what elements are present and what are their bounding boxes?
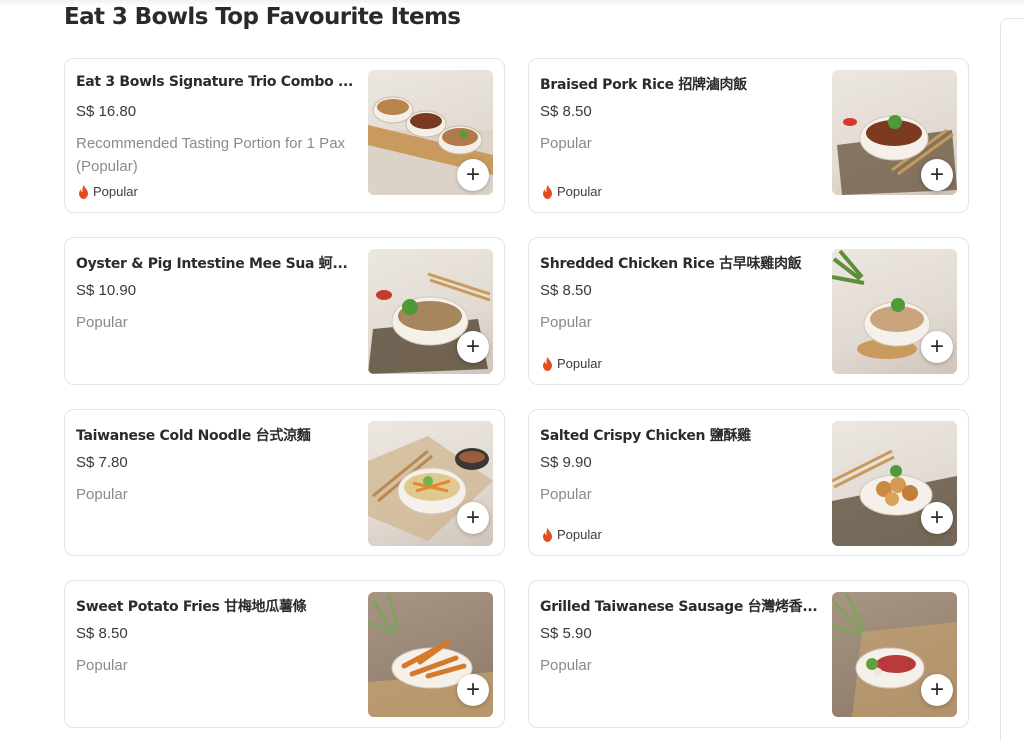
- menu-item-card[interactable]: Taiwanese Cold Noodle 台式涼麵 S$ 7.80 Popul…: [64, 409, 505, 556]
- popular-badge: Popular: [542, 527, 602, 542]
- item-name: Salted Crispy Chicken 鹽酥雞: [540, 428, 751, 444]
- menu-item-card[interactable]: Sweet Potato Fries 甘梅地瓜薯條 S$ 8.50 Popula…: [64, 580, 505, 728]
- popular-label: Popular: [557, 527, 602, 542]
- section-title: Eat 3 Bowls Top Favourite Items: [64, 4, 461, 30]
- item-price: S$ 5.90: [540, 625, 592, 642]
- item-name: Oyster & Pig Intestine Mee Sua 蚵...: [76, 256, 348, 272]
- popular-label: Popular: [93, 184, 138, 199]
- add-to-cart-button[interactable]: +: [921, 159, 953, 191]
- menu-item-card[interactable]: Oyster & Pig Intestine Mee Sua 蚵... S$ 1…: [64, 237, 505, 385]
- item-description: Popular: [540, 135, 592, 152]
- add-to-cart-button[interactable]: +: [921, 674, 953, 706]
- add-to-cart-button[interactable]: +: [457, 331, 489, 363]
- item-price: S$ 8.50: [540, 282, 592, 299]
- item-price: S$ 16.80: [76, 103, 137, 120]
- menu-item-card[interactable]: Grilled Taiwanese Sausage 台灣烤香... S$ 5.9…: [528, 580, 969, 728]
- item-price: S$ 8.50: [76, 625, 128, 642]
- item-description: Popular: [540, 657, 592, 674]
- item-price: S$ 7.80: [76, 454, 128, 471]
- cart-panel: [1000, 18, 1024, 740]
- fire-icon: [79, 184, 88, 199]
- fire-icon: [543, 527, 552, 542]
- item-name: Braised Pork Rice 招牌滷肉飯: [540, 77, 747, 93]
- item-description: Popular: [76, 314, 128, 331]
- popular-label: Popular: [557, 184, 602, 199]
- fire-icon: [543, 184, 552, 199]
- item-name: Taiwanese Cold Noodle 台式涼麵: [76, 428, 311, 444]
- item-price: S$ 10.90: [76, 282, 137, 299]
- add-to-cart-button[interactable]: +: [457, 159, 489, 191]
- fire-icon: [543, 356, 552, 371]
- popular-badge: Popular: [542, 184, 602, 199]
- item-description: Popular: [540, 314, 592, 331]
- item-name: Grilled Taiwanese Sausage 台灣烤香...: [540, 599, 818, 615]
- menu-item-card[interactable]: Eat 3 Bowls Signature Trio Combo ... S$ …: [64, 58, 505, 213]
- popular-label: Popular: [557, 356, 602, 371]
- item-description: Popular: [76, 486, 128, 503]
- item-name: Eat 3 Bowls Signature Trio Combo ...: [76, 74, 354, 90]
- add-to-cart-button[interactable]: +: [921, 502, 953, 534]
- menu-item-card[interactable]: Shredded Chicken Rice 古早味雞肉飯 S$ 8.50 Pop…: [528, 237, 969, 385]
- popular-badge: Popular: [78, 184, 138, 199]
- item-name: Sweet Potato Fries 甘梅地瓜薯條: [76, 599, 307, 615]
- add-to-cart-button[interactable]: +: [921, 331, 953, 363]
- menu-item-card[interactable]: Braised Pork Rice 招牌滷肉飯 S$ 8.50 Popular …: [528, 58, 969, 213]
- item-price: S$ 9.90: [540, 454, 592, 471]
- item-price: S$ 8.50: [540, 103, 592, 120]
- item-description: Popular: [76, 657, 128, 674]
- menu-item-card[interactable]: Salted Crispy Chicken 鹽酥雞 S$ 9.90 Popula…: [528, 409, 969, 556]
- item-description: Popular: [540, 486, 592, 503]
- add-to-cart-button[interactable]: +: [457, 502, 489, 534]
- add-to-cart-button[interactable]: +: [457, 674, 489, 706]
- item-description: Recommended Tasting Portion for 1 Pax (P…: [76, 135, 346, 175]
- item-name: Shredded Chicken Rice 古早味雞肉飯: [540, 256, 802, 272]
- popular-badge: Popular: [542, 356, 602, 371]
